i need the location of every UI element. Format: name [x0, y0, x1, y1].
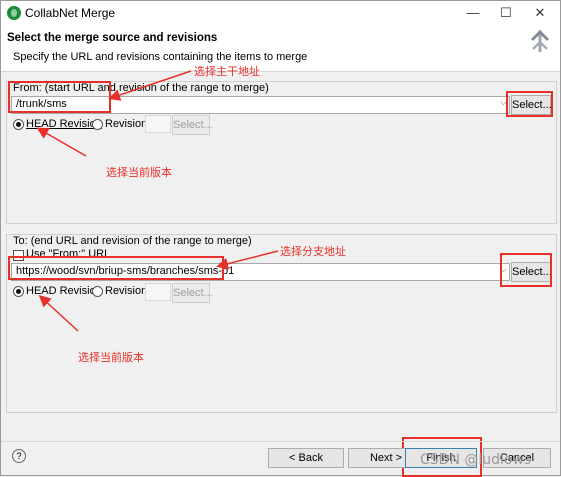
- arrow-to-rev: [38, 294, 79, 332]
- merge-dialog: CollabNet Merge — ☐ ✕ Select the merge s…: [0, 0, 561, 477]
- arrow-from-rev: [36, 127, 87, 157]
- annotation-arrows: [36, 70, 279, 332]
- help-icon[interactable]: ?: [12, 449, 26, 463]
- arrow-to-url: [216, 250, 279, 270]
- footer-divider: [1, 441, 560, 442]
- back-button[interactable]: < Back: [268, 448, 344, 468]
- arrow-from-url: [108, 70, 192, 101]
- watermark: CSDN @ludlows: [420, 452, 532, 468]
